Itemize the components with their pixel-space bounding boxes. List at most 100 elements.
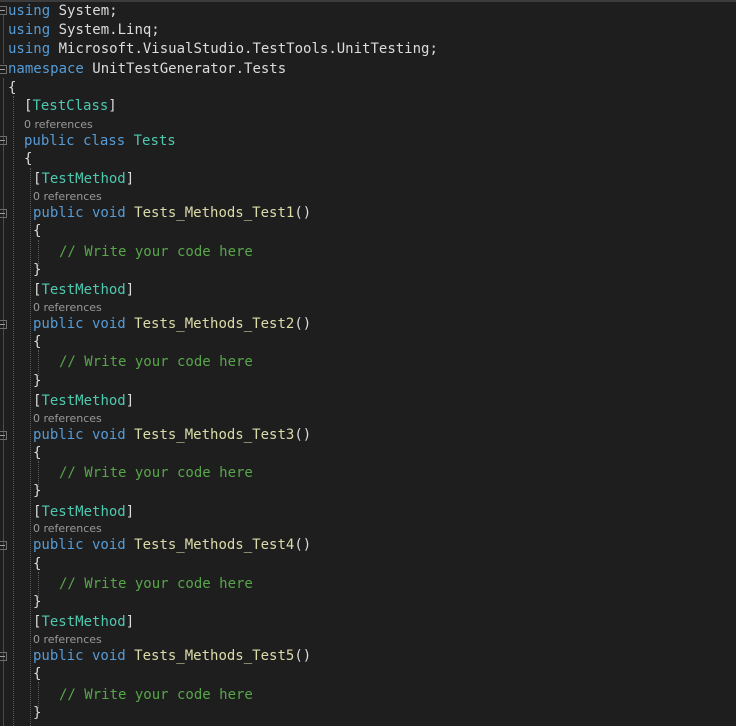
open-brace: { bbox=[33, 223, 42, 239]
keyword: public void bbox=[33, 427, 126, 443]
keyword: using bbox=[8, 41, 51, 57]
method-params: () bbox=[294, 205, 312, 221]
indent-guide bbox=[13, 96, 14, 726]
open-brace: { bbox=[33, 445, 42, 461]
open-brace: { bbox=[24, 151, 33, 167]
code-line-method[interactable]: public void Tests_Methods_Test3() bbox=[33, 426, 311, 444]
open-brace: { bbox=[33, 666, 42, 682]
keyword: public void bbox=[33, 316, 126, 332]
code-line-attribute[interactable]: [TestMethod] bbox=[33, 281, 134, 299]
code-line-using[interactable]: using System.Linq; bbox=[8, 21, 160, 39]
code-line-attribute[interactable]: [TestMethod] bbox=[33, 170, 134, 188]
keyword: namespace bbox=[8, 61, 84, 77]
codelens-references[interactable]: 0 references bbox=[33, 633, 102, 647]
code-line-brace[interactable]: } bbox=[33, 372, 41, 390]
code-line-brace[interactable]: } bbox=[33, 261, 41, 279]
code-line-brace[interactable]: { bbox=[8, 79, 16, 97]
code-line-brace[interactable]: } bbox=[33, 482, 41, 500]
method-name: Tests_Methods_Test1 bbox=[134, 205, 295, 221]
method-params: () bbox=[294, 427, 312, 443]
code-line-comment[interactable]: // Write your code here bbox=[59, 243, 253, 261]
fold-collapse-icon[interactable] bbox=[0, 541, 7, 550]
namespace-ref: System.Linq; bbox=[58, 22, 160, 38]
keyword: using bbox=[8, 22, 51, 38]
outline-bar bbox=[3, 78, 4, 726]
attribute-name: TestMethod bbox=[41, 171, 126, 187]
code-line-brace[interactable]: { bbox=[33, 444, 41, 462]
close-brace: } bbox=[33, 705, 42, 721]
code-line-namespace[interactable]: namespace UnitTestGenerator.Tests bbox=[8, 60, 286, 78]
code-line-brace[interactable]: } bbox=[33, 704, 41, 722]
fold-collapse-icon[interactable] bbox=[0, 209, 7, 218]
codelens-references[interactable]: 0 references bbox=[33, 412, 102, 426]
code-line-comment[interactable]: // Write your code here bbox=[59, 464, 253, 482]
keyword: public class bbox=[24, 133, 126, 149]
code-line-method[interactable]: public void Tests_Methods_Test1() bbox=[33, 204, 311, 222]
attribute-name: TestMethod bbox=[41, 282, 126, 298]
method-params: () bbox=[294, 648, 312, 664]
comment: // Write your code here bbox=[59, 244, 253, 260]
code-line-attribute[interactable]: [TestClass] bbox=[24, 97, 117, 115]
code-line-comment[interactable]: // Write your code here bbox=[59, 353, 253, 371]
code-line-method[interactable]: public void Tests_Methods_Test2() bbox=[33, 315, 311, 333]
method-name: Tests_Methods_Test2 bbox=[134, 316, 295, 332]
attribute-name: TestMethod bbox=[41, 504, 126, 520]
comment: // Write your code here bbox=[59, 465, 253, 481]
code-line-attribute[interactable]: [TestMethod] bbox=[33, 503, 134, 521]
keyword: public void bbox=[33, 537, 126, 553]
code-editor[interactable]: using System; using System.Linq; using M… bbox=[0, 0, 736, 726]
codelens-references[interactable]: 0 references bbox=[33, 522, 102, 536]
method-name: Tests_Methods_Test5 bbox=[134, 648, 295, 664]
code-line-class[interactable]: public class Tests bbox=[24, 132, 176, 150]
code-line-brace[interactable]: { bbox=[24, 150, 32, 168]
attribute-name: TestMethod bbox=[41, 614, 126, 630]
attribute-name: TestMethod bbox=[41, 393, 126, 409]
codelens-references[interactable]: 0 references bbox=[33, 190, 102, 204]
codelens-references[interactable]: 0 references bbox=[24, 118, 93, 132]
fold-collapse-icon[interactable] bbox=[0, 6, 7, 15]
method-params: () bbox=[294, 316, 312, 332]
comment: // Write your code here bbox=[59, 576, 253, 592]
code-line-attribute[interactable]: [TestMethod] bbox=[33, 392, 134, 410]
method-params: () bbox=[294, 537, 312, 553]
fold-collapse-icon[interactable] bbox=[0, 431, 7, 440]
keyword: public void bbox=[33, 648, 126, 664]
outline-bar bbox=[3, 14, 4, 64]
code-line-brace[interactable]: { bbox=[33, 665, 41, 683]
fold-collapse-icon[interactable] bbox=[0, 136, 7, 145]
fold-collapse-icon[interactable] bbox=[0, 65, 7, 74]
class-name: Tests bbox=[133, 133, 176, 149]
indent-guide bbox=[30, 168, 31, 726]
namespace-name: UnitTestGenerator.Tests bbox=[92, 61, 287, 77]
close-brace: } bbox=[33, 262, 42, 278]
fold-collapse-icon[interactable] bbox=[0, 320, 7, 329]
code-line-brace[interactable]: } bbox=[33, 593, 41, 611]
close-brace: } bbox=[33, 594, 42, 610]
code-line-using[interactable]: using System; bbox=[8, 2, 118, 20]
namespace-ref: System; bbox=[58, 3, 118, 19]
attribute-name: TestClass bbox=[32, 98, 109, 114]
code-line-using[interactable]: using Microsoft.VisualStudio.TestTools.U… bbox=[8, 40, 438, 58]
code-line-attribute[interactable]: [TestMethod] bbox=[33, 613, 134, 631]
keyword: using bbox=[8, 3, 51, 19]
comment: // Write your code here bbox=[59, 354, 253, 370]
open-brace: { bbox=[33, 334, 42, 350]
code-line-brace[interactable]: { bbox=[33, 222, 41, 240]
code-line-method[interactable]: public void Tests_Methods_Test4() bbox=[33, 536, 311, 554]
comment: // Write your code here bbox=[59, 687, 253, 703]
namespace-ref: Microsoft.VisualStudio.TestTools.UnitTes… bbox=[58, 41, 438, 57]
open-brace: { bbox=[33, 556, 42, 572]
code-line-brace[interactable]: { bbox=[33, 333, 41, 351]
fold-collapse-icon[interactable] bbox=[0, 652, 7, 661]
codelens-references[interactable]: 0 references bbox=[33, 301, 102, 315]
code-line-comment[interactable]: // Write your code here bbox=[59, 686, 253, 704]
code-line-method[interactable]: public void Tests_Methods_Test5() bbox=[33, 647, 311, 665]
method-name: Tests_Methods_Test4 bbox=[134, 537, 295, 553]
close-brace: } bbox=[33, 483, 42, 499]
code-line-brace[interactable]: { bbox=[33, 555, 41, 573]
keyword: public void bbox=[33, 205, 126, 221]
code-line-comment[interactable]: // Write your code here bbox=[59, 575, 253, 593]
open-brace: { bbox=[8, 80, 17, 96]
method-name: Tests_Methods_Test3 bbox=[134, 427, 295, 443]
close-brace: } bbox=[33, 373, 42, 389]
